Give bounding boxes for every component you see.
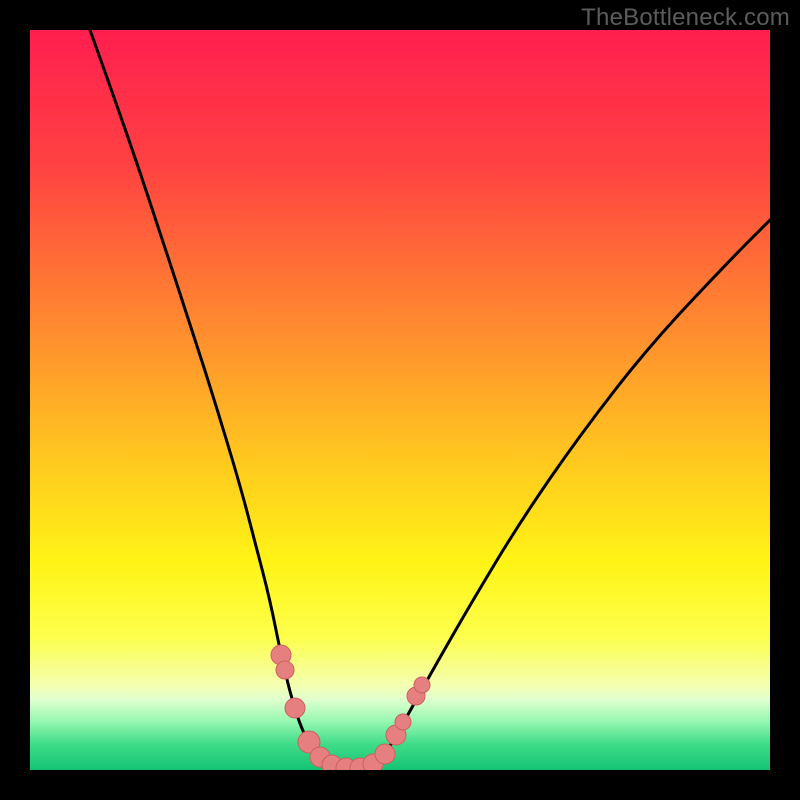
chart-svg: [30, 30, 770, 770]
marker-right-mid-b: [395, 714, 411, 730]
marker-left-top-pair-b: [276, 661, 294, 679]
chart-frame: TheBottleneck.com: [0, 0, 800, 800]
marker-right-low: [375, 744, 395, 764]
gradient-background: [30, 30, 770, 770]
watermark-text: TheBottleneck.com: [581, 4, 790, 32]
marker-right-top-b: [414, 677, 430, 693]
plot-area: [30, 30, 770, 770]
marker-left-mid: [285, 698, 305, 718]
